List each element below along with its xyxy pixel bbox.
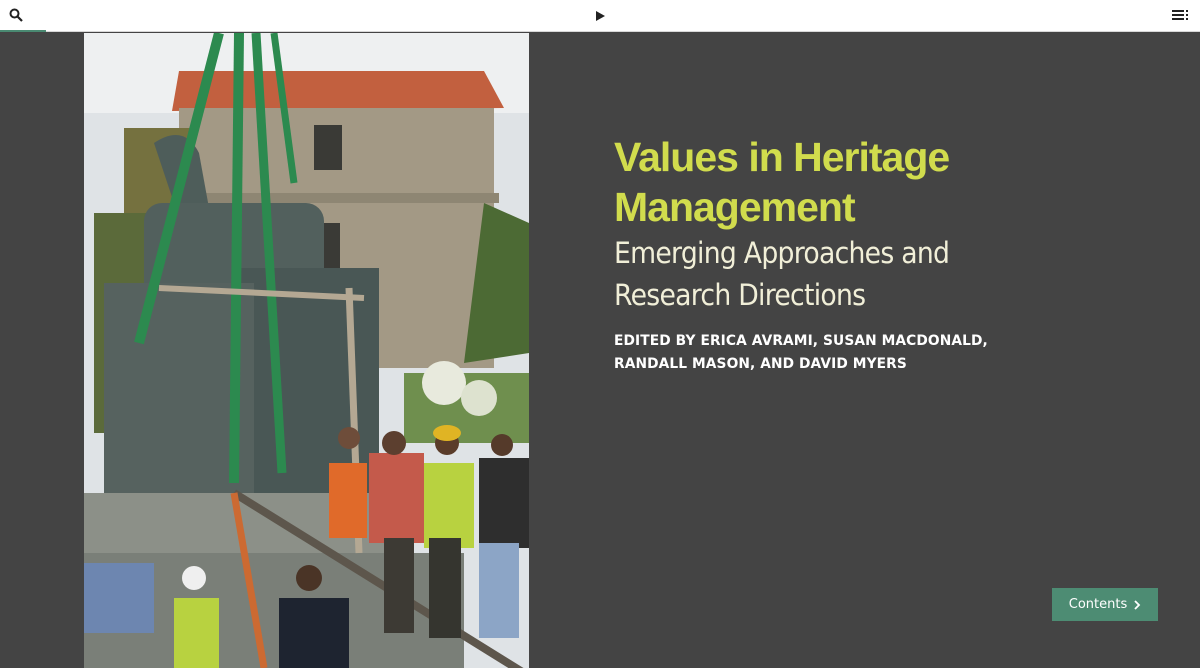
editors-line1: EDITED BY ERICA AVRAMI, SUSAN MACDONALD,: [614, 333, 988, 349]
play-icon: [596, 11, 605, 21]
book-title-line1: Values in Heritage: [614, 134, 950, 180]
chevron-right-icon: [1134, 599, 1141, 610]
search-icon: [9, 8, 23, 22]
book-subtitle: Emerging Approaches and Research Directi…: [614, 232, 1056, 316]
book-title-block: Values in Heritage Management Emerging A…: [614, 132, 1094, 376]
book-editors: EDITED BY ERICA AVRAMI, SUSAN MACDONALD,…: [614, 330, 1070, 376]
search-button[interactable]: [0, 0, 46, 32]
list-menu-icon: [1172, 10, 1188, 20]
cover-image: [84, 33, 529, 668]
contents-button[interactable]: Contents: [1052, 588, 1158, 621]
book-subtitle-line1: Emerging Approaches and: [614, 236, 950, 270]
book-title-line2: Management: [614, 184, 856, 230]
top-toolbar: [0, 0, 1200, 32]
book-subtitle-line2: Research Directions: [614, 278, 866, 312]
play-button[interactable]: [592, 8, 608, 24]
menu-button[interactable]: [1172, 8, 1190, 24]
book-title: Values in Heritage Management: [614, 132, 1094, 232]
cover-photo-illustration: [84, 33, 529, 668]
contents-button-label: Contents: [1068, 597, 1128, 612]
editors-line2: RANDALL MASON, AND DAVID MYERS: [614, 356, 907, 372]
